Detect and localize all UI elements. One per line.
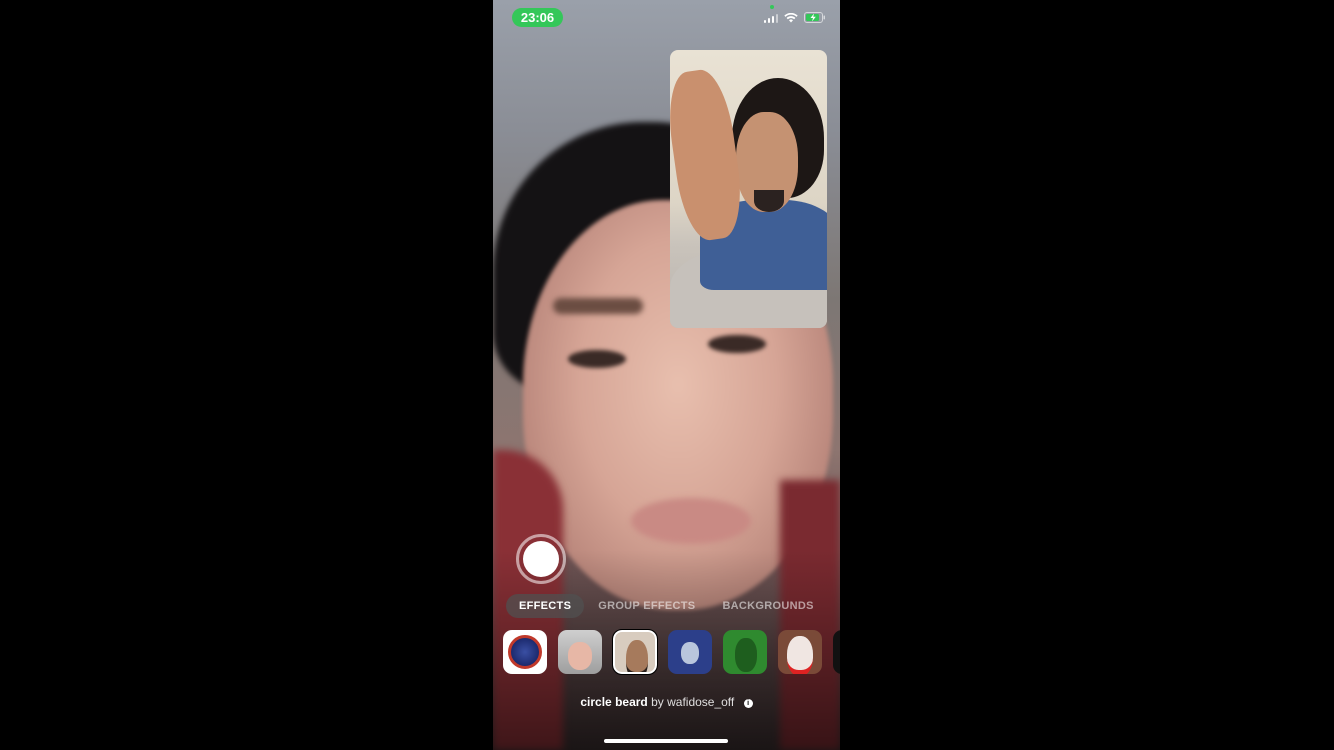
- cellular-signal-icon: [763, 13, 778, 23]
- night-sky-mask-effect-icon[interactable]: [668, 630, 712, 674]
- green-silhouette-effect-icon[interactable]: [723, 630, 767, 674]
- home-indicator[interactable]: [604, 739, 728, 743]
- circle-beard-effect-icon[interactable]: [612, 629, 658, 675]
- tab-effects[interactable]: EFFECTS: [506, 594, 585, 618]
- battery-charging-icon: [804, 12, 825, 23]
- facetime-call-screen: 23:06 EFFECTS GROUP EFFECTS BACKGROUNDS …: [493, 0, 840, 750]
- status-time[interactable]: 23:06: [512, 8, 563, 27]
- tab-backgrounds[interactable]: BACKGROUNDS: [722, 600, 813, 612]
- camera-in-use-indicator: [770, 5, 774, 9]
- status-icons: [763, 12, 827, 23]
- partial-effect-icon[interactable]: [833, 630, 840, 674]
- self-view-video[interactable]: [670, 50, 827, 328]
- effects-tab-bar: EFFECTS GROUP EFFECTS BACKGROUNDS LI: [506, 594, 840, 618]
- globe-badge-effect-icon[interactable]: [503, 630, 547, 674]
- wifi-icon: [784, 12, 798, 22]
- info-icon[interactable]: i: [743, 699, 753, 708]
- effect-name: circle beard: [580, 695, 648, 709]
- capture-button[interactable]: [516, 534, 566, 584]
- circle-beard-overlay: [754, 190, 784, 212]
- face-paint-effect-icon[interactable]: [558, 630, 602, 674]
- effect-author: by wafidose_off: [651, 695, 735, 709]
- effects-carousel: [503, 629, 840, 675]
- effect-credit: circle beard by wafidose_off i: [493, 695, 840, 709]
- tab-group-effects[interactable]: GROUP EFFECTS: [598, 600, 695, 612]
- clown-face-effect-icon[interactable]: [778, 630, 822, 674]
